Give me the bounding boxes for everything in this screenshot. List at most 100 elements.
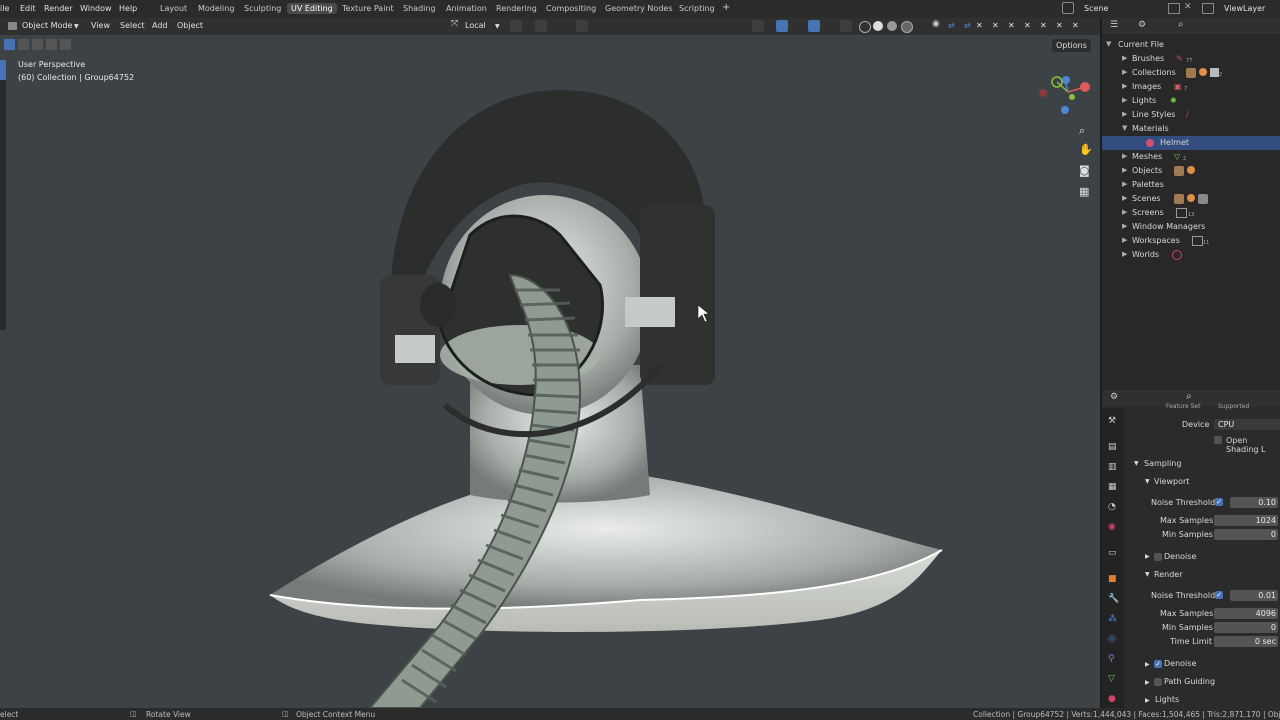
transform-orientation-icon[interactable]: ⤧ [451, 19, 458, 29]
scene-icon[interactable] [1062, 2, 1074, 14]
viewport-denoise-checkbox[interactable] [1154, 553, 1162, 561]
chevron-right-icon[interactable]: ▶ [1122, 68, 1127, 76]
particles-tab-icon[interactable]: ⁂ [1108, 614, 1117, 624]
chevron-right-icon[interactable]: ▶ [1122, 110, 1127, 118]
outliner-item-meshes[interactable]: ▶ Meshes ▽ 2 [1102, 150, 1280, 164]
editor-type-icon[interactable]: ☰ [1110, 20, 1118, 30]
path-guiding-label[interactable]: Path Guiding [1164, 677, 1215, 686]
select-invert-icon[interactable] [46, 39, 57, 50]
wireframe-shading-icon[interactable] [859, 21, 871, 33]
chevron-right-icon[interactable]: ▶ [1122, 236, 1127, 244]
tab-shading[interactable]: Shading [399, 3, 440, 14]
tab-layout[interactable]: Layout [156, 3, 191, 14]
search-icon[interactable]: ⌕ [1186, 391, 1192, 402]
overlays-icon[interactable] [808, 20, 820, 32]
chevron-down-icon[interactable]: ▼ [1145, 478, 1150, 485]
filter-icon-2[interactable]: ⇄ [964, 21, 971, 30]
tool-shelf[interactable] [0, 60, 6, 330]
chevron-down-icon[interactable]: ▼ [1122, 124, 1127, 132]
zoom-icon[interactable]: ⌕ [1079, 124, 1085, 138]
outliner-item-window-managers[interactable]: ▶ Window Managers [1102, 220, 1280, 234]
select-extend-icon[interactable] [18, 39, 29, 50]
restrict-icon[interactable]: ✕ [1072, 21, 1079, 30]
filter-icon[interactable]: ⇄ [948, 21, 955, 30]
chevron-right-icon[interactable]: ▶ [1122, 222, 1127, 230]
menu-view[interactable]: View [91, 21, 110, 30]
constraints-tab-icon[interactable]: ⚲ [1108, 654, 1115, 664]
display-mode-icon[interactable]: ⚙ [1138, 20, 1146, 30]
restrict-icon[interactable]: ✕ [1024, 21, 1031, 30]
tab-animation[interactable]: Animation [442, 3, 491, 14]
orientation-selector[interactable]: Local [465, 21, 486, 30]
object-tab-icon[interactable]: ■ [1108, 574, 1117, 584]
outliner-item-brushes[interactable]: ▶ Brushes ✎ 77 [1102, 52, 1280, 66]
active-tool-indicator[interactable] [0, 60, 6, 80]
world-tab-icon[interactable]: ◉ [1108, 522, 1116, 532]
eye-icon[interactable]: ◉ [932, 19, 940, 29]
physics-tab-icon[interactable]: ◎ [1108, 634, 1116, 644]
render-noise-threshold-checkbox[interactable]: ✓ [1215, 591, 1223, 599]
viewport-max-samples-field[interactable]: 1024 [1214, 515, 1278, 526]
pan-hand-icon[interactable]: ✋ [1079, 143, 1093, 156]
outliner-item-workspaces[interactable]: ▶ Workspaces 11 [1102, 234, 1280, 248]
outliner-item-palettes[interactable]: ▶ Palettes [1102, 178, 1280, 192]
viewport-subpanel-header[interactable]: Viewport [1154, 477, 1189, 486]
gizmo-icon[interactable] [776, 20, 788, 32]
chevron-right-icon[interactable]: ▶ [1122, 82, 1127, 90]
outliner-root[interactable]: ▼ Current File [1102, 38, 1280, 52]
outliner-item-line-styles[interactable]: ▶ Line Styles ∕ [1102, 108, 1280, 122]
menu-object[interactable]: Object [177, 21, 203, 30]
tab-texture-paint[interactable]: Texture Paint [338, 3, 398, 14]
delete-scene-icon[interactable]: ✕ [1184, 3, 1193, 12]
render-subpanel-header[interactable]: Render [1154, 570, 1182, 579]
render-denoise-checkbox[interactable]: ✓ [1154, 660, 1162, 668]
visibility-icon[interactable] [752, 20, 764, 32]
new-scene-icon[interactable] [1168, 3, 1180, 14]
chevron-right-icon[interactable]: ▶ [1122, 180, 1127, 188]
time-limit-field[interactable]: 0 sec [1214, 636, 1278, 647]
view-layer-icon[interactable] [1202, 3, 1214, 14]
outliner-item-worlds[interactable]: ▶ Worlds [1102, 248, 1280, 262]
restrict-icon[interactable]: ✕ [1040, 21, 1047, 30]
solid-shading-icon[interactable] [873, 21, 883, 31]
select-box-icon[interactable] [4, 39, 15, 50]
editor-type-icon[interactable]: ⚙ [1110, 392, 1118, 402]
tab-compositing[interactable]: Compositing [542, 3, 600, 14]
chevron-right-icon[interactable]: ▶ [1122, 250, 1127, 258]
restrict-icon[interactable]: ✕ [1008, 21, 1015, 30]
chevron-down-icon[interactable]: ▼ [1134, 460, 1139, 467]
snap-icon[interactable] [535, 20, 547, 32]
tab-geometry-nodes[interactable]: Geometry Nodes [601, 3, 676, 14]
chevron-right-icon[interactable]: ▶ [1145, 697, 1150, 704]
chevron-right-icon[interactable]: ▶ [1122, 152, 1127, 160]
chevron-down-icon[interactable]: ▼ [1106, 40, 1111, 48]
view-layer-name[interactable]: ViewLayer [1224, 4, 1265, 13]
outliner-item-images[interactable]: ▶ Images ▣ 7 [1102, 80, 1280, 94]
render-tab-icon[interactable]: ▤ [1108, 442, 1117, 452]
rendered-shading-icon[interactable] [901, 21, 913, 33]
chevron-right-icon[interactable]: ▶ [1122, 96, 1127, 104]
data-tab-icon[interactable]: ▽ [1108, 674, 1115, 684]
menu-file[interactable]: ile [0, 4, 9, 13]
outliner-item-objects[interactable]: ▶ Objects [1102, 164, 1280, 178]
chevron-right-icon[interactable]: ▶ [1145, 553, 1150, 560]
material-tab-icon[interactable]: ● [1108, 694, 1116, 704]
chevron-right-icon[interactable]: ▶ [1122, 54, 1127, 62]
menu-add[interactable]: Add [152, 21, 168, 30]
mode-selector[interactable]: Object Mode [22, 21, 72, 30]
tab-uv-editing[interactable]: UV Editing [287, 3, 337, 14]
open-shading-checkbox[interactable] [1214, 436, 1222, 444]
tab-rendering[interactable]: Rendering [492, 3, 541, 14]
options-button[interactable]: Options [1052, 39, 1091, 52]
menu-edit[interactable]: Edit [20, 4, 36, 13]
outliner-item-collections[interactable]: ▶ Collections 2 [1102, 66, 1280, 80]
outliner-item-screens[interactable]: ▶ Screens 13 [1102, 206, 1280, 220]
outliner-item-materials[interactable]: ▼ Materials [1102, 122, 1280, 136]
chevron-right-icon[interactable]: ▶ [1122, 194, 1127, 202]
scene-tab-icon[interactable]: ◔ [1108, 502, 1116, 512]
viewport-min-samples-field[interactable]: 0 [1214, 529, 1278, 540]
feature-set-value[interactable]: Supported [1218, 403, 1249, 410]
tab-modeling[interactable]: Modeling [194, 3, 238, 14]
device-select[interactable]: CPU [1214, 419, 1280, 430]
view-layer-tab-icon[interactable]: ▦ [1108, 482, 1117, 492]
